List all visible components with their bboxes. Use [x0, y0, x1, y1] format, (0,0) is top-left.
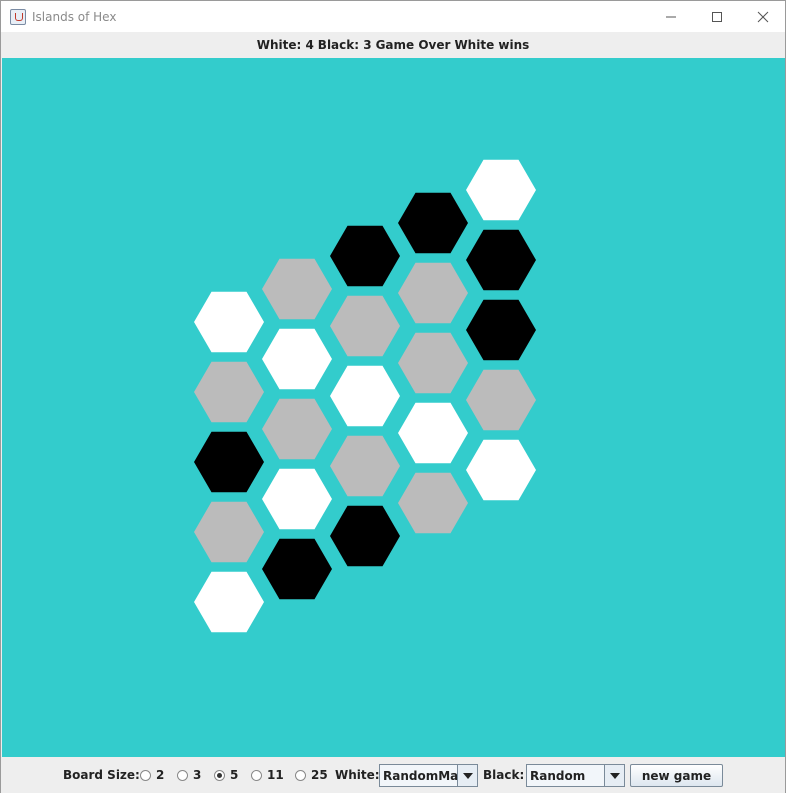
size-option-2[interactable]: 2	[140, 757, 164, 793]
size-option-25[interactable]: 25	[295, 757, 328, 793]
hex-cell-black[interactable]	[262, 538, 332, 600]
radio-icon	[295, 769, 306, 781]
hex-cell-white[interactable]	[330, 365, 400, 427]
black-player-label: Black:	[483, 768, 525, 782]
close-icon	[757, 11, 769, 22]
hex-cell-white[interactable]	[262, 468, 332, 530]
hex-cell-black[interactable]	[466, 299, 536, 361]
white-player-select[interactable]: RandomMax	[379, 764, 478, 787]
black-player-select[interactable]: Random	[526, 764, 625, 787]
close-button[interactable]	[740, 1, 786, 32]
hex-cell-white[interactable]	[398, 402, 468, 464]
size-option-label: 2	[156, 768, 165, 782]
hex-cell-empty[interactable]	[330, 295, 400, 357]
hex-cell-white[interactable]	[466, 159, 536, 221]
hex-cell-white[interactable]	[262, 328, 332, 390]
java-app-icon	[10, 8, 26, 25]
radio-icon	[177, 769, 188, 781]
window-title: Islands of Hex	[32, 9, 117, 24]
white-player-label: White:	[335, 768, 380, 782]
hex-cell-white[interactable]	[194, 571, 264, 633]
hex-cell-black[interactable]	[194, 431, 264, 493]
hex-board-canvas	[194, 159, 536, 633]
board-size-label: Board Size:	[63, 768, 140, 782]
new-game-button[interactable]: new game	[630, 764, 723, 787]
black-score: Black: 3	[317, 38, 372, 52]
minimize-icon	[666, 16, 676, 17]
hex-cell-empty[interactable]	[466, 369, 536, 431]
size-option-3[interactable]: 3	[177, 757, 201, 793]
size-option-label: 11	[267, 768, 284, 782]
size-option-5[interactable]: 5	[214, 757, 238, 793]
white-score: White: 4	[256, 38, 314, 52]
app-window: Islands of Hex White: 4 Black: 3 Game Ov…	[0, 0, 786, 793]
hex-cell-empty[interactable]	[262, 398, 332, 460]
minimize-button[interactable]	[648, 1, 694, 32]
hex-cell-black[interactable]	[398, 192, 468, 254]
hex-cell-black[interactable]	[330, 505, 400, 567]
maximize-icon	[712, 11, 722, 22]
radio-icon	[251, 769, 262, 781]
hex-cell-empty[interactable]	[398, 472, 468, 534]
game-state: Game Over	[375, 38, 451, 52]
hex-cell-empty[interactable]	[330, 435, 400, 497]
hex-board	[2, 58, 785, 757]
radio-icon	[140, 769, 151, 781]
control-panel: Board Size: 2 3 5 11 25 White: RandomMax…	[1, 757, 785, 793]
hex-cell-empty[interactable]	[194, 361, 264, 423]
hex-cell-empty[interactable]	[398, 262, 468, 324]
white-player-value: RandomMax	[383, 768, 466, 783]
hex-cell-empty[interactable]	[194, 501, 264, 563]
hex-cell-empty[interactable]	[398, 332, 468, 394]
hex-cell-empty[interactable]	[262, 258, 332, 320]
hex-cell-white[interactable]	[466, 439, 536, 501]
game-result: White wins	[454, 38, 530, 52]
dropdown-arrow-icon[interactable]	[604, 765, 624, 786]
size-option-label: 25	[311, 768, 328, 782]
hex-cell-white[interactable]	[194, 291, 264, 353]
radio-selected-icon	[214, 769, 225, 781]
status-bar: White: 4 Black: 3 Game Over White wins	[1, 32, 785, 58]
maximize-button[interactable]	[694, 1, 740, 32]
title-bar: Islands of Hex	[1, 1, 785, 32]
hex-cell-black[interactable]	[330, 225, 400, 287]
size-option-label: 3	[193, 768, 202, 782]
dropdown-arrow-icon[interactable]	[457, 765, 477, 786]
size-option-label: 5	[230, 768, 239, 782]
hex-cell-black[interactable]	[466, 229, 536, 291]
black-player-value: Random	[530, 768, 586, 783]
size-option-11[interactable]: 11	[251, 757, 284, 793]
